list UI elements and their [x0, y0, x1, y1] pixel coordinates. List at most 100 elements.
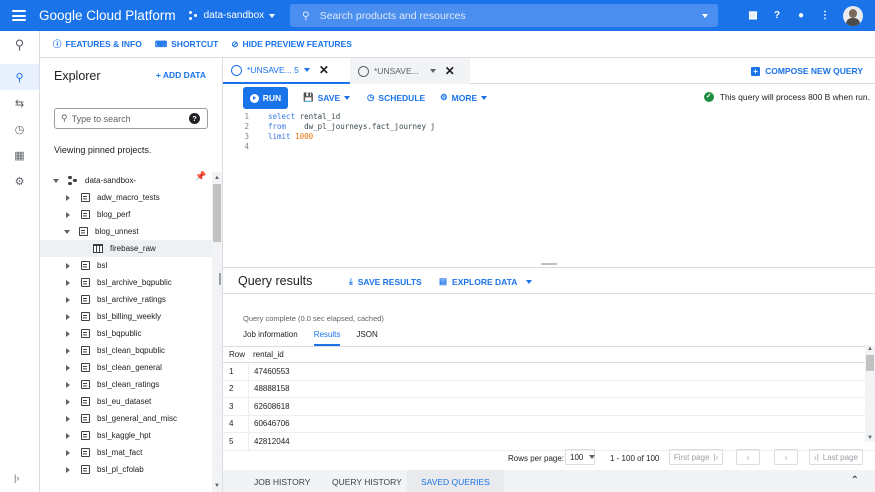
avatar[interactable]	[843, 5, 863, 26]
add-data-button[interactable]: + ADD DATA	[156, 70, 206, 80]
chevron-down-icon[interactable]	[429, 69, 436, 73]
rental-id-cell[interactable]: 60646706	[248, 415, 290, 432]
tree-dataset-item[interactable]: bsl_general_and_misc	[40, 410, 212, 427]
dataset-icon	[81, 210, 90, 219]
search-bar[interactable]: ⚲ Search products and resources	[290, 4, 718, 27]
expand-arrow-icon[interactable]	[66, 381, 70, 388]
tree-dataset-item[interactable]: bsl_clean_general	[40, 359, 212, 376]
chevron-down-icon[interactable]	[702, 13, 708, 18]
tree-dataset-item[interactable]: bsl_billing_weekly	[40, 308, 212, 325]
expand-arrow-icon[interactable]	[66, 466, 70, 473]
more-vert-icon[interactable]: ⋮	[819, 10, 831, 21]
panel-resize-handle[interactable]	[219, 273, 221, 285]
tab-query-history[interactable]: QUERY HISTORY	[318, 470, 416, 492]
expand-arrow-icon[interactable]	[66, 211, 70, 218]
compose-new-query-button[interactable]: + COMPOSE NEW QUERY	[751, 66, 863, 76]
expand-arrow-icon[interactable]	[66, 194, 70, 201]
help-icon[interactable]: ?	[189, 113, 200, 124]
menu-icon[interactable]	[12, 10, 26, 21]
tab-saved-queries[interactable]: SAVED QUERIES	[407, 470, 504, 492]
tree-dataset-item[interactable]: blog_perf	[40, 206, 212, 223]
tree-dataset-item[interactable]: adw_macro_tests	[40, 189, 212, 206]
expand-arrow-icon[interactable]	[66, 347, 70, 354]
results-scrollbar[interactable]: ▲ ▼	[865, 345, 875, 442]
explorer-search-input[interactable]: ⚲ Type to search ?	[54, 108, 208, 129]
tree-dataset-item[interactable]: blog_unnest	[40, 223, 212, 240]
help-icon[interactable]: ?	[771, 10, 783, 21]
expand-arrow-icon[interactable]	[66, 262, 70, 269]
sql-editor[interactable]: 1 2 3 4 select rental_id from dw_pl_jour…	[223, 112, 875, 267]
expand-arrow-icon[interactable]	[66, 296, 70, 303]
code-line: select rental_id	[268, 112, 341, 121]
history-icon[interactable]: ◷	[0, 116, 39, 142]
rental-id-cell[interactable]: 47460553	[248, 363, 290, 380]
transfers-icon[interactable]: ⇆	[0, 90, 39, 116]
dashboard-icon[interactable]: ▦	[0, 142, 39, 168]
tree-dataset-item[interactable]: bsl_bqpublic	[40, 325, 212, 342]
tree-dataset-item[interactable]: bsl_mat_fact	[40, 444, 212, 461]
chevron-down-icon	[269, 13, 276, 18]
expand-arrow-icon[interactable]	[66, 330, 70, 337]
schedule-button[interactable]: ◷ SCHEDULE	[367, 92, 425, 103]
tree-project[interactable]: data-sandbox- 📌	[40, 171, 212, 189]
tree-dataset-item[interactable]: bsl_eu_dataset	[40, 393, 212, 410]
expand-arrow-icon[interactable]	[66, 432, 70, 439]
prev-page-button[interactable]: ‹	[736, 449, 760, 465]
rental-id-cell[interactable]: 48888158	[248, 380, 290, 397]
settings-icon[interactable]: ⚙	[0, 168, 39, 194]
explorer-scrollbar[interactable]: ▲ ▼	[212, 172, 222, 492]
chevron-down-icon[interactable]	[303, 68, 310, 72]
code-lines[interactable]: select rental_id from dw_pl_journeys.fac…	[268, 112, 435, 152]
cloud-shell-icon[interactable]: ▩	[747, 10, 759, 21]
project-selector[interactable]: data-sandbox	[188, 10, 276, 21]
pin-icon[interactable]: 📌	[195, 171, 206, 182]
shortcut-button[interactable]: ⌨ SHORTCUT	[155, 39, 219, 50]
tree-dataset-item[interactable]: bsl_clean_ratings	[40, 376, 212, 393]
tab-job-history[interactable]: JOB HISTORY	[240, 470, 324, 492]
rental-id-cell[interactable]: 62608618	[248, 398, 290, 415]
chevron-up-icon[interactable]: ⌃	[851, 475, 859, 486]
expand-rail-icon[interactable]: |›	[14, 473, 19, 483]
row-number: 2	[229, 384, 234, 394]
expand-arrow-icon[interactable]	[66, 313, 70, 320]
first-page-button[interactable]: First page |‹	[669, 449, 723, 465]
editor-resize-handle[interactable]	[541, 263, 557, 265]
tab-query-1[interactable]: *UNSAVE... 5 ✕	[223, 58, 350, 84]
save-button[interactable]: 💾 SAVE	[303, 92, 351, 103]
tree-dataset-item[interactable]: bsl_kaggle_hpt	[40, 427, 212, 444]
expand-arrow-icon[interactable]	[66, 449, 70, 456]
next-page-button[interactable]: ›	[774, 449, 798, 465]
tree-dataset-item[interactable]: bsl_archive_ratings	[40, 291, 212, 308]
tab-results[interactable]: Results	[313, 330, 341, 346]
features-info-button[interactable]: ⓘ FEATURES & INFO	[53, 38, 142, 50]
explore-data-button[interactable]: ▤ EXPLORE DATA	[439, 276, 533, 287]
expand-arrow-icon[interactable]	[66, 415, 70, 422]
bigquery-logo-icon[interactable]: ⚲	[0, 31, 39, 58]
expand-arrow-icon[interactable]	[66, 364, 70, 371]
explorer-search-icon[interactable]: ⚲	[0, 64, 39, 90]
tree-dataset-item[interactable]: bsl_archive_bqpublic	[40, 274, 212, 291]
tree-table-item[interactable]: firebase_raw	[40, 240, 212, 257]
tab-query-2[interactable]: *UNSAVE... ✕	[350, 58, 470, 84]
project-icon	[188, 10, 199, 21]
more-button[interactable]: ⚙ MORE	[440, 92, 488, 103]
save-results-button[interactable]: ⤓ SAVE RESULTS	[349, 276, 422, 287]
hide-preview-button[interactable]: ⊘ HIDE PREVIEW FEATURES	[231, 39, 352, 50]
tree-dataset-item[interactable]: bsl	[40, 257, 212, 274]
tree-dataset-item[interactable]: bsl_pl_cfolab	[40, 461, 212, 478]
last-page-button[interactable]: ›| Last page	[809, 449, 863, 465]
tree-dataset-item[interactable]: bsl_clean_bqpublic	[40, 342, 212, 359]
tab-job-information[interactable]: Job information	[243, 330, 298, 346]
rows-per-page-select[interactable]: 100	[565, 449, 596, 465]
close-icon[interactable]: ✕	[445, 64, 455, 78]
pinned-projects-text: Viewing pinned projects.	[54, 145, 152, 155]
expand-arrow-icon[interactable]	[66, 398, 70, 405]
collapse-arrow-icon[interactable]	[53, 178, 59, 183]
notifications-icon[interactable]: ●	[795, 10, 807, 21]
close-icon[interactable]: ✕	[319, 63, 329, 77]
tab-json[interactable]: JSON	[356, 330, 377, 346]
run-button[interactable]: RUN	[243, 87, 288, 109]
collapse-arrow-icon[interactable]	[64, 229, 70, 234]
brand-title[interactable]: Google Cloud Platform	[39, 8, 176, 23]
expand-arrow-icon[interactable]	[66, 279, 70, 286]
